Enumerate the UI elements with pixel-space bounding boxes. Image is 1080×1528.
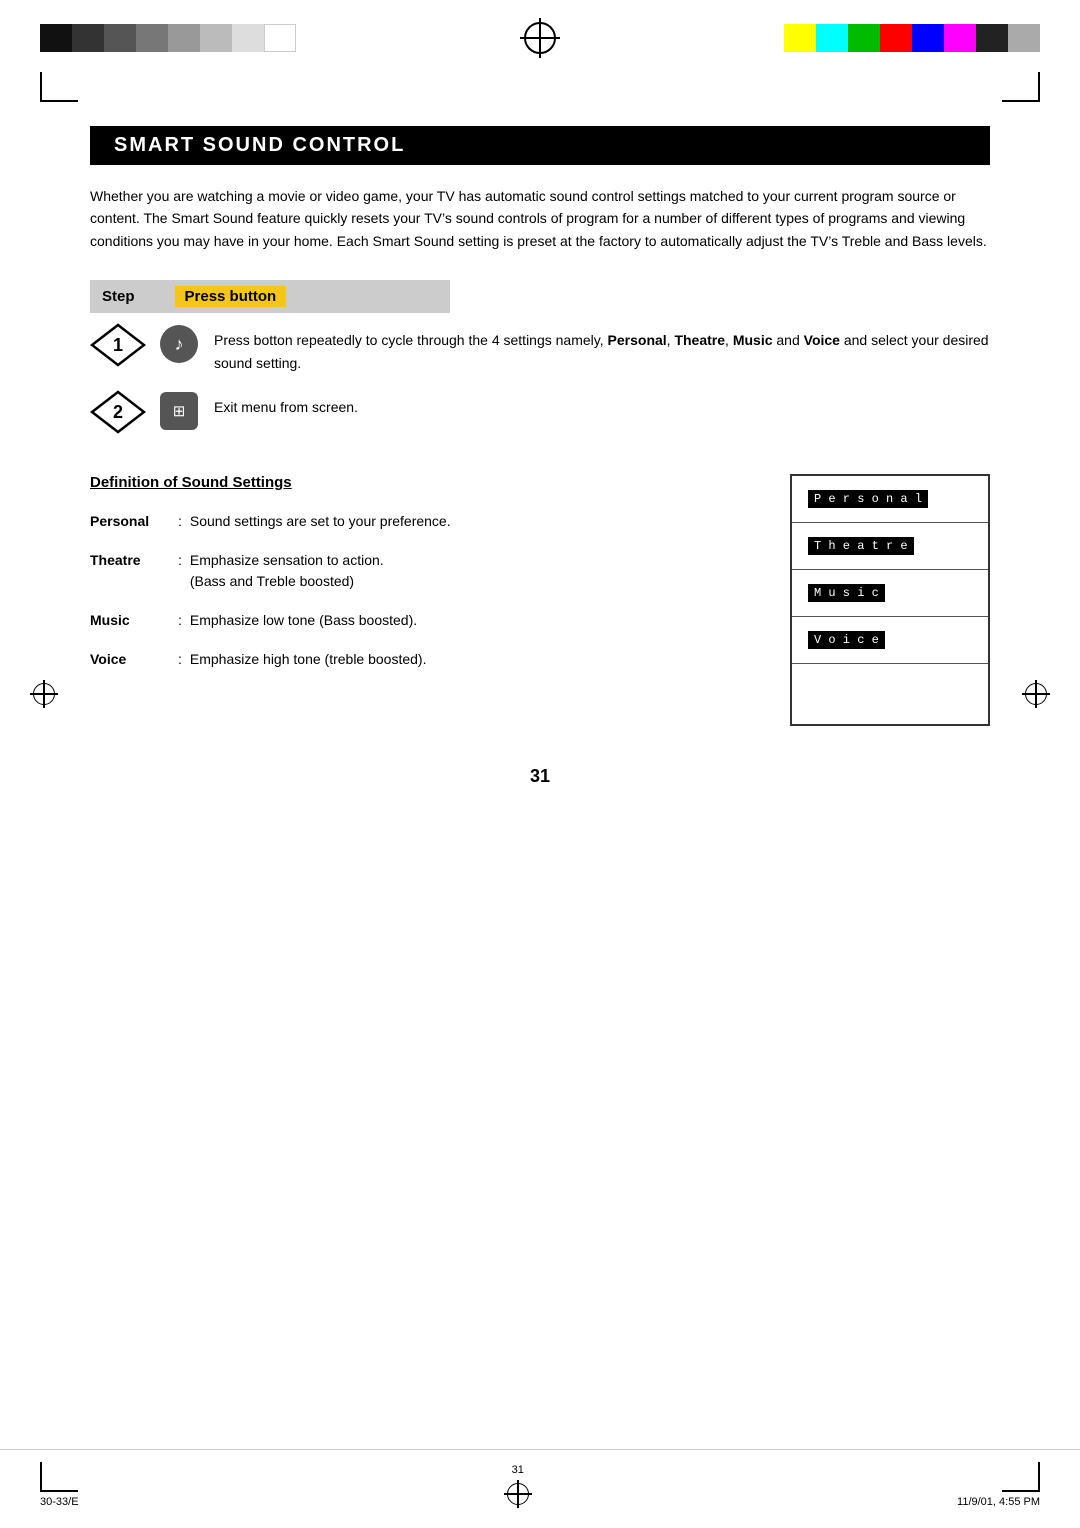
- corner-v: [1038, 1462, 1040, 1492]
- page-title-box: Smart Sound Control: [90, 126, 990, 165]
- bottom-timestamp: 11/9/01, 4:55 PM: [957, 1496, 1040, 1508]
- def-row-voice: Voice : Emphasize high tone (treble boos…: [90, 649, 750, 670]
- menu-item-music: M u s i c: [792, 570, 988, 617]
- swatch: [232, 24, 264, 52]
- menu-item-personal: P e r s o n a l: [792, 476, 988, 523]
- svg-text:1: 1: [113, 335, 123, 355]
- page-number: 31: [0, 766, 1080, 787]
- swatch: [816, 24, 848, 52]
- step-1-diamond: 1: [90, 323, 146, 367]
- bottom-left-corner: [40, 1462, 79, 1492]
- def-term-theatre: Theatre: [90, 550, 170, 592]
- main-content: Smart Sound Control Whether you are watc…: [0, 126, 1080, 726]
- color-bar-left: [40, 24, 296, 52]
- intro-paragraph: Whether you are watching a movie or vide…: [90, 185, 990, 252]
- step-1-bold-personal: Personal: [608, 332, 667, 348]
- step-2-row: 2 ⊞ Exit menu from screen.: [90, 390, 990, 434]
- swatch: [848, 24, 880, 52]
- menu-item-theatre-label: T h e a t r e: [808, 537, 914, 555]
- step-1-bold-voice: Voice: [804, 332, 840, 348]
- corner-v: [40, 1462, 42, 1492]
- def-desc-personal: Sound settings are set to your preferenc…: [190, 511, 750, 532]
- side-reg-mark-left: [30, 680, 58, 708]
- menu-item-voice-label: V o i c e: [808, 631, 885, 649]
- step-2-icon: 2: [90, 390, 146, 434]
- swatch: [784, 24, 816, 52]
- swatch: [912, 24, 944, 52]
- corner-line-h: [42, 100, 78, 102]
- step-column-label: Step: [102, 288, 135, 305]
- swatch: [880, 24, 912, 52]
- def-term-music: Music: [90, 610, 170, 631]
- menu-panel-spacer: [792, 664, 988, 724]
- swatch: [1008, 24, 1040, 52]
- swatch: [136, 24, 168, 52]
- swatch: [944, 24, 976, 52]
- top-corners: [0, 72, 1080, 102]
- registration-mark-top: [520, 18, 560, 58]
- press-button-label: Press button: [175, 286, 287, 307]
- menu-item-voice: V o i c e: [792, 617, 988, 664]
- bottom-reg-mark: [504, 1480, 532, 1508]
- definition-section: Definition of Sound Settings Personal : …: [90, 474, 990, 726]
- bottom-page: 31: [512, 1464, 524, 1476]
- definition-left: Definition of Sound Settings Personal : …: [90, 474, 750, 688]
- bottom-center-section: 31: [504, 1460, 532, 1508]
- def-term-voice: Voice: [90, 649, 170, 670]
- swatch: [72, 24, 104, 52]
- color-bar-right: [784, 24, 1040, 52]
- side-reg-mark-right: [1022, 680, 1050, 708]
- swatch: [168, 24, 200, 52]
- page-title: Smart Sound Control: [114, 134, 405, 156]
- def-desc-music: Emphasize low tone (Bass boosted).: [190, 610, 750, 631]
- swatch: [264, 24, 296, 52]
- corner-line-v: [1038, 72, 1040, 102]
- step-1-icon: 1: [90, 323, 146, 367]
- swatch: [200, 24, 232, 52]
- top-right-corner: [1002, 72, 1040, 102]
- menu-item-music-label: M u s i c: [808, 584, 885, 602]
- bottom-right-corner: [1002, 1462, 1040, 1492]
- corner-line-h: [1002, 100, 1038, 102]
- corner-h: [42, 1490, 78, 1492]
- swatch: [104, 24, 136, 52]
- def-desc-theatre: Emphasize sensation to action.(Bass and …: [190, 550, 750, 592]
- bottom-right-section: 11/9/01, 4:55 PM: [957, 1462, 1040, 1508]
- corner-line-v: [40, 72, 42, 102]
- def-row-music: Music : Emphasize low tone (Bass boosted…: [90, 610, 750, 631]
- swatch: [976, 24, 1008, 52]
- menu-item-theatre: T h e a t r e: [792, 523, 988, 570]
- top-left-corner: [40, 72, 78, 102]
- bottom-left-section: 30-33/E: [40, 1462, 79, 1508]
- menu-item-personal-label: P e r s o n a l: [808, 490, 928, 508]
- step-1-button-icon: ♪: [160, 325, 198, 363]
- step-2-text: Exit menu from screen.: [214, 390, 990, 418]
- definition-title: Definition of Sound Settings: [90, 474, 750, 491]
- step-1-text: Press botton repeatedly to cycle through…: [214, 323, 990, 374]
- step-1-row: 1 ♪ Press botton repeatedly to cycle thr…: [90, 323, 990, 374]
- step-1-bold-music: Music: [733, 332, 773, 348]
- def-row-theatre: Theatre : Emphasize sensation to action.…: [90, 550, 750, 592]
- step-2-button-icon: ⊞: [160, 392, 198, 430]
- svg-text:2: 2: [113, 402, 123, 422]
- top-bar: [0, 0, 1080, 68]
- def-term-personal: Personal: [90, 511, 170, 532]
- def-desc-voice: Emphasize high tone (treble boosted).: [190, 649, 750, 670]
- corner-h: [1002, 1490, 1038, 1492]
- swatch: [40, 24, 72, 52]
- steps-header: Step Press button: [90, 280, 450, 313]
- def-row-personal: Personal : Sound settings are set to you…: [90, 511, 750, 532]
- step-2-diamond: 2: [90, 390, 146, 434]
- step-1-bold-theatre: Theatre: [674, 332, 725, 348]
- bottom-bar: 30-33/E 31 11/9/01, 4:55 PM: [0, 1449, 1080, 1528]
- menu-panel: P e r s o n a l T h e a t r e M u s i c …: [790, 474, 990, 726]
- bottom-code: 30-33/E: [40, 1496, 79, 1508]
